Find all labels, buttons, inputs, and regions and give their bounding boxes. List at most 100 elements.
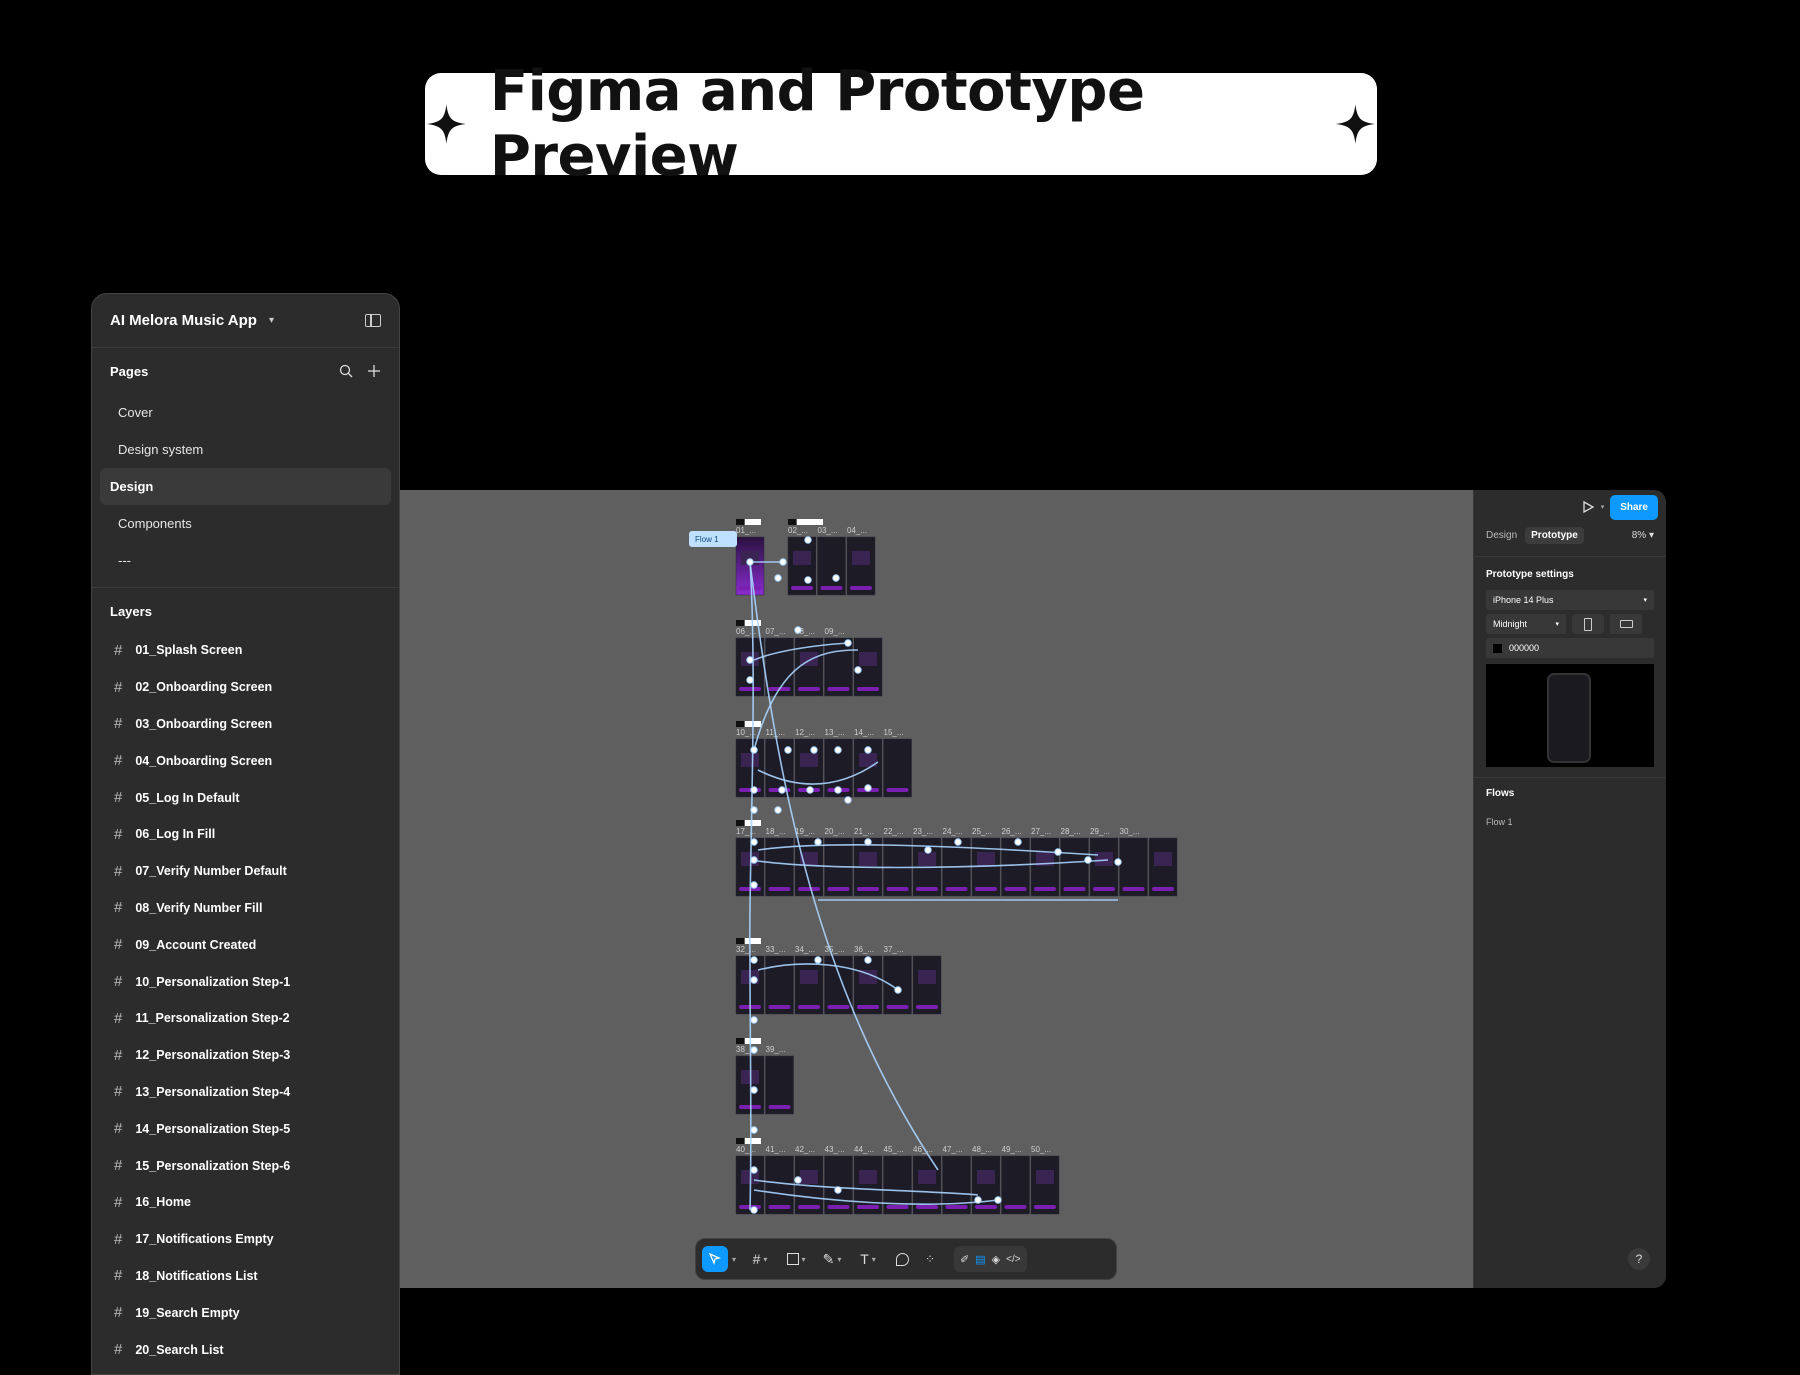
model-select[interactable]: Midnight ▾ bbox=[1486, 614, 1566, 634]
layer-label: 10_Personalization Step-1 bbox=[135, 974, 291, 989]
layer-item[interactable]: #09_Account Created bbox=[92, 926, 399, 963]
layer-item[interactable]: #06_Log In Fill bbox=[92, 816, 399, 853]
layer-item[interactable]: #16_Home bbox=[92, 1184, 399, 1221]
chevron-down-icon[interactable]: ▾ bbox=[1601, 503, 1605, 511]
layer-item[interactable]: #11_Personalization Step-2 bbox=[92, 1000, 399, 1037]
frame-label: 36_... bbox=[854, 945, 874, 954]
help-button[interactable]: ? bbox=[1628, 1248, 1650, 1270]
connector-node bbox=[750, 1086, 758, 1094]
layer-label: 11_Personalization Step-2 bbox=[135, 1011, 290, 1026]
draw-mode[interactable]: ✐ bbox=[960, 1246, 969, 1272]
frame-button bbox=[768, 1105, 791, 1109]
layer-item[interactable]: #17_Notifications Empty bbox=[92, 1221, 399, 1258]
color-swatch[interactable] bbox=[1493, 643, 1502, 653]
page-item[interactable]: Design bbox=[100, 468, 391, 505]
page-item[interactable]: Cover bbox=[100, 394, 391, 431]
comment-icon bbox=[895, 1252, 909, 1266]
layer-item[interactable]: #10_Personalization Step-1 bbox=[92, 963, 399, 1000]
frame-icon: # bbox=[114, 641, 123, 659]
landscape-icon bbox=[1619, 620, 1633, 628]
layer-item[interactable]: #05_Log In Default bbox=[92, 779, 399, 816]
connector-node bbox=[806, 786, 814, 794]
chevron-down-icon: ▾ bbox=[763, 1254, 768, 1264]
connector-node bbox=[750, 881, 758, 889]
section-tag bbox=[736, 721, 744, 727]
search-icon[interactable] bbox=[339, 364, 353, 378]
device-select[interactable]: iPhone 14 Plus ▾ bbox=[1486, 590, 1654, 610]
play-icon[interactable] bbox=[1581, 500, 1595, 514]
landscape-toggle[interactable] bbox=[1610, 614, 1642, 634]
layer-item[interactable]: #04_Onboarding Screen bbox=[92, 742, 399, 779]
shape-tool[interactable]: ▾ bbox=[784, 1246, 808, 1272]
file-header[interactable]: AI Melora Music App ▾ bbox=[92, 294, 399, 348]
connector-node bbox=[1054, 848, 1062, 856]
connector-node bbox=[750, 1166, 758, 1174]
section-tag bbox=[745, 1038, 761, 1044]
frame-label: 34_... bbox=[795, 945, 815, 954]
section-tag bbox=[736, 620, 744, 626]
layer-item[interactable]: #18_Notifications List bbox=[92, 1258, 399, 1295]
prototype-mode[interactable]: ◈ bbox=[992, 1246, 1000, 1272]
layer-label: 14_Personalization Step-5 bbox=[135, 1121, 291, 1136]
layer-label: 20_Search List bbox=[135, 1342, 224, 1357]
pen-tool[interactable]: ✎ ▾ bbox=[820, 1246, 844, 1272]
frame-button bbox=[975, 887, 997, 891]
frame-button bbox=[886, 1205, 909, 1209]
connector-node bbox=[750, 838, 758, 846]
frame-image bbox=[918, 1170, 936, 1184]
layer-item[interactable]: #20_Search List bbox=[92, 1331, 399, 1368]
page-item[interactable]: Components bbox=[100, 505, 391, 542]
layer-label: 02_Onboarding Screen bbox=[135, 680, 273, 695]
canvas[interactable]: 01_... 02_... 03_... 04_... 06_... 07_... 08_.… bbox=[398, 490, 1474, 1288]
tab-prototype[interactable]: Prototype bbox=[1525, 526, 1584, 544]
frame-button bbox=[739, 586, 761, 590]
layer-item[interactable]: #15_Personalization Step-6 bbox=[92, 1147, 399, 1184]
plus-icon[interactable] bbox=[367, 364, 381, 378]
pen-icon: ✎ bbox=[822, 1250, 835, 1267]
layer-item[interactable]: #03_Onboarding Screen bbox=[92, 706, 399, 743]
frame-icon: # bbox=[114, 1046, 123, 1064]
layer-item[interactable]: #19_Search Empty bbox=[92, 1294, 399, 1331]
sidebar-toggle-icon[interactable] bbox=[365, 314, 381, 327]
portrait-toggle[interactable] bbox=[1572, 614, 1604, 634]
code-mode[interactable]: </> bbox=[1006, 1246, 1020, 1272]
frame-image bbox=[918, 970, 936, 984]
frame-button bbox=[827, 1205, 850, 1209]
zoom-level[interactable]: 8% ▾ bbox=[1632, 530, 1654, 541]
layer-item[interactable]: #12_Personalization Step-3 bbox=[92, 1037, 399, 1074]
sparkle-icon bbox=[1335, 104, 1376, 144]
file-name[interactable]: AI Melora Music App bbox=[110, 312, 257, 329]
layers-list: #01_Splash Screen #02_Onboarding Screen #0… bbox=[92, 632, 399, 1368]
page-item[interactable]: Design system bbox=[100, 431, 391, 468]
layer-item[interactable]: #02_Onboarding Screen bbox=[92, 669, 399, 706]
design-mode[interactable]: ▤ bbox=[975, 1246, 985, 1272]
tab-design[interactable]: Design bbox=[1486, 530, 1517, 541]
frame-button bbox=[1122, 887, 1145, 891]
layer-item[interactable]: #01_Splash Screen bbox=[92, 632, 399, 669]
frame-button bbox=[857, 1205, 879, 1209]
layer-item[interactable]: #07_Verify Number Default bbox=[92, 853, 399, 890]
share-button[interactable]: Share bbox=[1610, 494, 1658, 520]
frame-label: 33_... bbox=[766, 945, 786, 954]
connector-node bbox=[804, 576, 812, 584]
frame-tool[interactable]: # ▾ bbox=[748, 1246, 772, 1272]
frame-label: 41_... bbox=[766, 1145, 786, 1154]
frame-icon: # bbox=[114, 1157, 123, 1175]
layer-item[interactable]: #13_Personalization Step-4 bbox=[92, 1074, 399, 1111]
layer-item[interactable]: #14_Personalization Step-5 bbox=[92, 1110, 399, 1147]
actions-tool[interactable]: ⁘ bbox=[918, 1246, 942, 1272]
frame-icon: # bbox=[752, 1251, 761, 1267]
page-item[interactable]: --- bbox=[100, 542, 391, 579]
frame-button bbox=[1093, 887, 1115, 891]
background-color-field[interactable]: 000000 bbox=[1486, 638, 1654, 658]
chevron-down-icon[interactable]: ▾ bbox=[732, 1255, 736, 1264]
chevron-down-icon[interactable]: ▾ bbox=[269, 315, 274, 326]
move-tool[interactable] bbox=[702, 1246, 728, 1272]
layer-item[interactable]: #08_Verify Number Fill bbox=[92, 890, 399, 927]
flow-item[interactable]: Flow 1 bbox=[1474, 805, 1666, 839]
comment-tool[interactable] bbox=[890, 1246, 914, 1272]
phone-preview bbox=[1547, 673, 1591, 763]
mode-switcher: ✐ ▤ ◈ </> bbox=[954, 1246, 1027, 1272]
frame-button bbox=[739, 687, 761, 691]
text-tool[interactable]: T ▾ bbox=[856, 1246, 880, 1272]
